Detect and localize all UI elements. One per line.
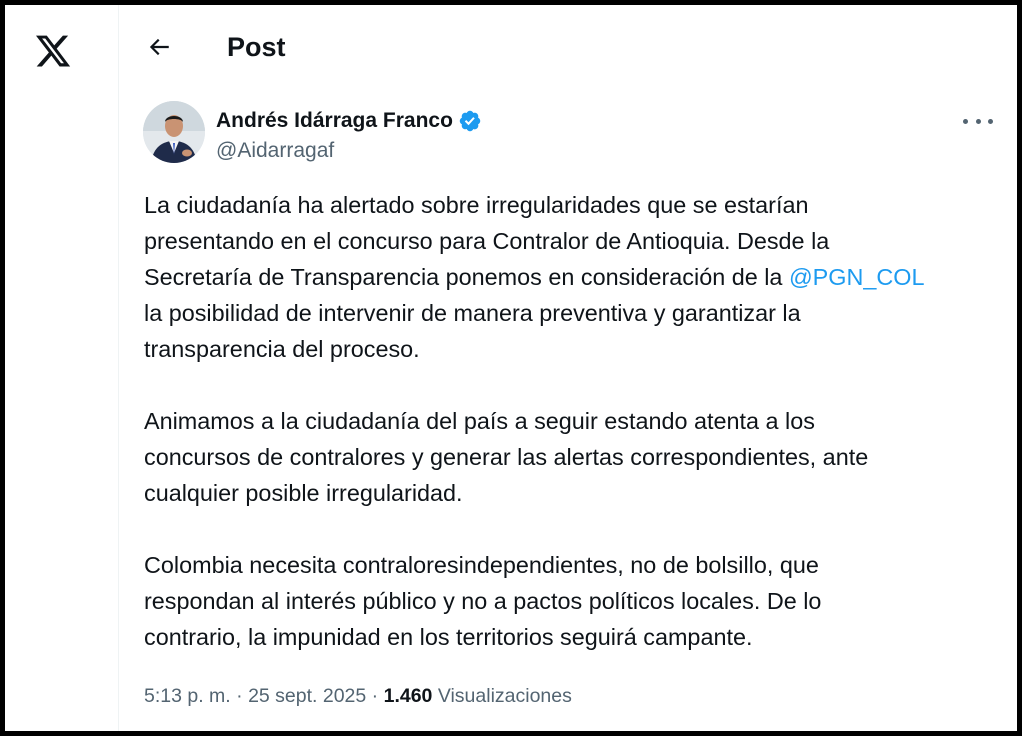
more-horizontal-icon: [963, 118, 968, 124]
tweet-line: contrario, la impunidad en los territori…: [144, 624, 753, 650]
page-header: Post: [119, 5, 1017, 85]
tweet-line: Animamos a la ciudadanía del país a segu…: [144, 408, 815, 434]
tweet-line: respondan al interés público y no a pact…: [144, 588, 822, 614]
views-count: 1.460: [383, 685, 433, 707]
mention-link[interactable]: @PGN_COL: [789, 264, 925, 290]
verified-badge-icon[interactable]: [458, 109, 482, 133]
avatar-portrait: [143, 101, 205, 163]
back-button[interactable]: [141, 29, 177, 65]
tweet-text: La ciudadanía ha alertado sobre irregula…: [144, 187, 1014, 655]
arrow-left-icon: [149, 38, 169, 56]
tweet-line-text: Secretaría de Transparencia ponemos en c…: [144, 264, 789, 290]
page-title: Post: [227, 32, 286, 62]
tweet-paragraph-1: La ciudadanía ha alertado sobre irregula…: [144, 187, 1014, 367]
author-name-row: Andrés Idárraga Franco: [216, 108, 482, 134]
tweet-metadata: 5:13 p. m. · 25 sept. 2025 · 1.460 Visua…: [144, 682, 572, 710]
app-window: Post Andrés Idárraga Franco @Aidarragaf …: [0, 0, 1022, 736]
more-horizontal-icon: [988, 118, 993, 124]
tweet-line: cualquier posible irregularidad.: [144, 480, 463, 506]
tweet-line: la posibilidad de intervenir de manera p…: [144, 300, 801, 326]
x-logo-icon[interactable]: [34, 32, 72, 70]
more-options-button[interactable]: [963, 111, 993, 131]
tweet-paragraph-2: Animamos a la ciudadanía del país a segu…: [144, 403, 1014, 511]
author-name[interactable]: Andrés Idárraga Franco: [216, 108, 453, 134]
views-label: Visualizaciones: [432, 685, 572, 707]
tweet-line: La ciudadanía ha alertado sobre irregula…: [144, 192, 809, 218]
left-navigation-rail: [5, 5, 119, 731]
tweet-date[interactable]: 25 sept. 2025: [248, 685, 366, 707]
tweet-line: Secretaría de Transparencia ponemos en c…: [144, 259, 1014, 295]
meta-separator: ·: [366, 685, 384, 707]
tweet-line: transparencia del proceso.: [144, 336, 420, 362]
tweet-time[interactable]: 5:13 p. m.: [144, 685, 231, 707]
meta-separator: ·: [230, 685, 249, 707]
tweet-line: Colombia necesita contraloresindependien…: [144, 552, 819, 578]
more-horizontal-icon: [975, 118, 981, 124]
tweet-paragraph-3: Colombia necesita contraloresindependien…: [144, 547, 1014, 655]
tweet-line: concursos de contralores y generar las a…: [144, 444, 869, 470]
author-avatar[interactable]: [143, 101, 205, 163]
tweet-line: presentando en el concurso para Contralo…: [144, 228, 830, 254]
author-handle[interactable]: @Aidarragaf: [216, 138, 334, 164]
